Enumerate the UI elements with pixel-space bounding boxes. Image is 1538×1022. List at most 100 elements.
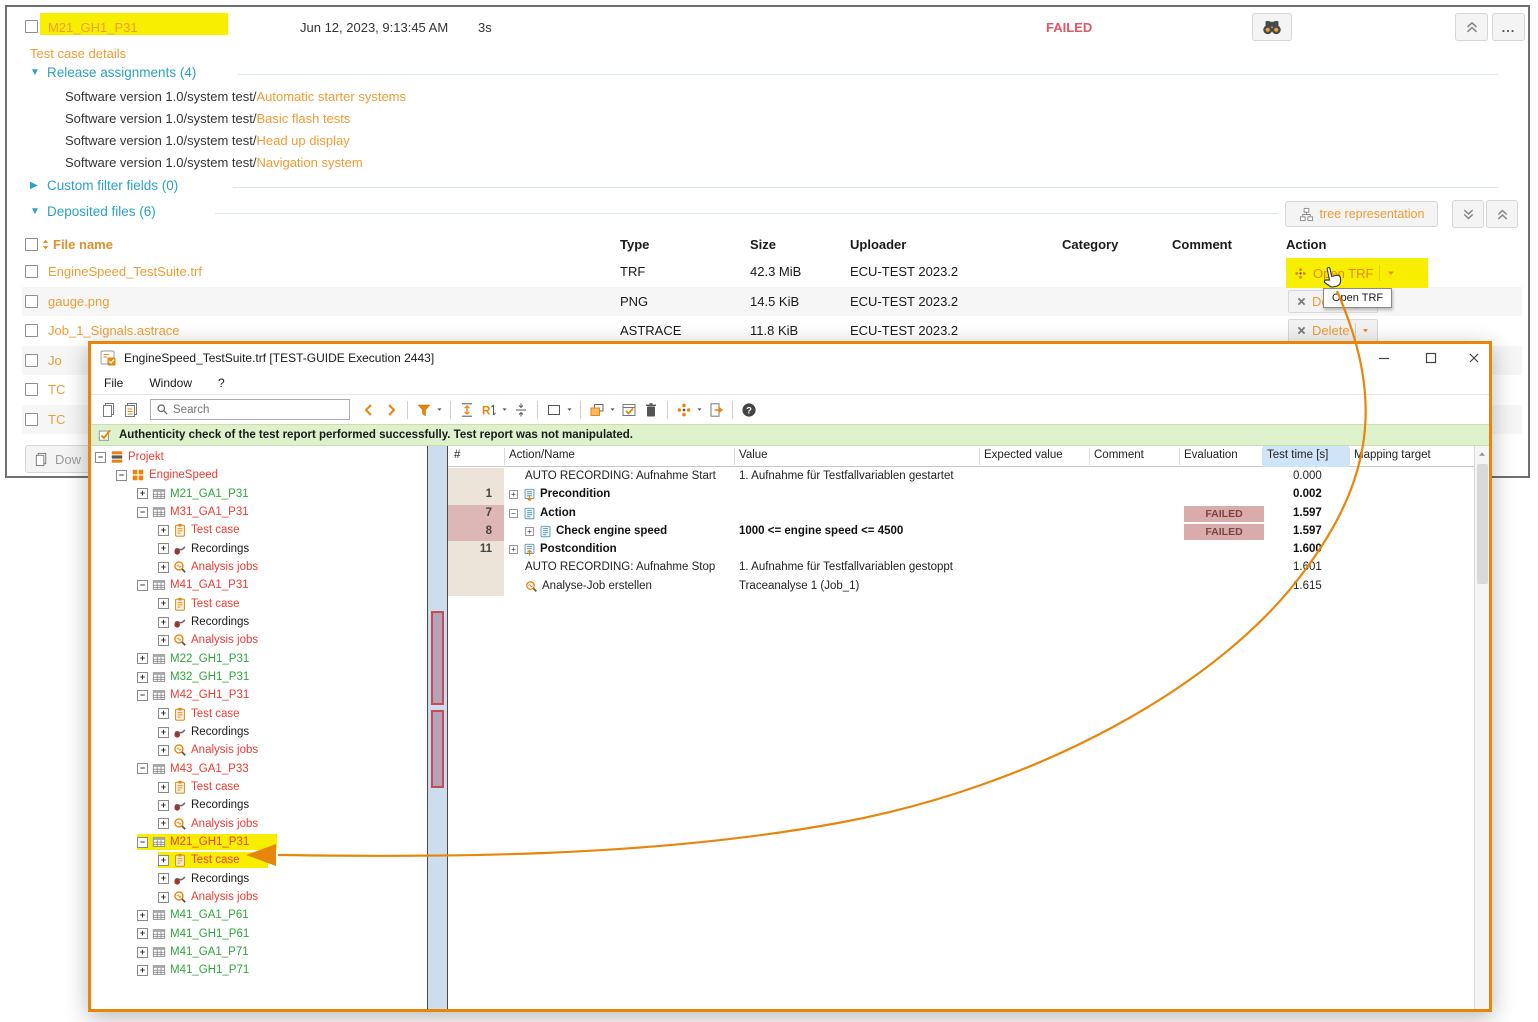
- export-button[interactable]: [705, 399, 727, 421]
- expand-node-icon[interactable]: +: [137, 488, 148, 499]
- expand-node-icon[interactable]: +: [158, 892, 169, 903]
- tree-item-test-case[interactable]: +Test case: [91, 521, 427, 539]
- copy-structure-button[interactable]: [98, 399, 120, 421]
- collapse-node-icon[interactable]: −: [137, 507, 148, 518]
- collapse-node-icon[interactable]: −: [116, 470, 127, 481]
- file-row-checkbox[interactable]: [25, 413, 38, 426]
- tree-item-m41-ga1-p31[interactable]: −M41_GA1_P31: [91, 576, 427, 594]
- report-row[interactable]: 11+Postcondition1.600: [448, 541, 1474, 559]
- file-row-checkbox[interactable]: [25, 383, 38, 396]
- tree-item-enginespeed[interactable]: −EngineSpeed: [91, 466, 427, 484]
- col-header-value[interactable]: Value: [739, 449, 768, 461]
- tree-item-test-case[interactable]: +Test case: [91, 778, 427, 796]
- tree-item-m41-gh1-p71[interactable]: +M41_GH1_P71: [91, 961, 427, 979]
- expand-all-files-button[interactable]: [1452, 200, 1484, 228]
- tree-item-m41-ga1-p61[interactable]: +M41_GA1_P61: [91, 906, 427, 924]
- add-analysis-button[interactable]: [673, 399, 695, 421]
- collapse-node-icon[interactable]: −: [95, 452, 106, 463]
- menu-file[interactable]: File: [104, 376, 123, 390]
- release-link[interactable]: Head up display: [256, 133, 349, 148]
- expand-node-icon[interactable]: +: [137, 653, 148, 664]
- col-header-type[interactable]: Type: [620, 237, 649, 252]
- custom-filter-section-header[interactable]: Custom filter fields (0): [47, 178, 178, 193]
- custom-filter-expand-icon[interactable]: ▶: [30, 180, 38, 191]
- collapse-node-icon[interactable]: −: [137, 690, 148, 701]
- report-row[interactable]: 7−ActionFAILED1.597: [448, 505, 1474, 523]
- release-section-header[interactable]: Release assignments (4): [47, 65, 196, 80]
- tree-item-test-case[interactable]: +Test case: [91, 595, 427, 613]
- expand-node-icon[interactable]: +: [158, 635, 169, 646]
- tree-item-recordings[interactable]: +Recordings: [91, 540, 427, 558]
- col-header-evaluation[interactable]: Evaluation: [1184, 449, 1238, 461]
- expand-node-icon[interactable]: +: [158, 800, 169, 811]
- tree-item-m42-gh1-p31[interactable]: −M42_GH1_P31: [91, 686, 427, 704]
- expand-node-icon[interactable]: +: [158, 543, 169, 554]
- expand-node-icon[interactable]: +: [158, 818, 169, 829]
- copy-report-button[interactable]: [120, 399, 142, 421]
- tree-item-m43-ga1-p33[interactable]: −M43_GA1_P33: [91, 760, 427, 778]
- collapse-all-button[interactable]: [510, 399, 532, 421]
- expand-node-icon[interactable]: +: [158, 855, 169, 866]
- dropdown-caret-icon[interactable]: [566, 406, 573, 413]
- file-row-checkbox[interactable]: [25, 354, 38, 367]
- col-header-comment[interactable]: Comment: [1172, 237, 1232, 252]
- collapse-node-icon[interactable]: −: [137, 580, 148, 591]
- menu-help[interactable]: ?: [218, 376, 225, 390]
- test-case-details-link[interactable]: Test case details: [30, 46, 126, 61]
- overview-ruler[interactable]: [428, 446, 448, 1009]
- tree-item-m22-gh1-p31[interactable]: +M22_GH1_P31: [91, 650, 427, 668]
- report-row[interactable]: AUTO RECORDING: Aufnahme Stop1. Aufnahme…: [448, 559, 1474, 577]
- review-binoculars-button[interactable]: [1252, 13, 1292, 41]
- sort-r-button[interactable]: R: [478, 399, 500, 421]
- col-header-size[interactable]: Size: [750, 237, 776, 252]
- file-name-link[interactable]: Jo: [48, 353, 62, 368]
- tree-item-recordings[interactable]: +Recordings: [91, 723, 427, 741]
- expand-node-icon[interactable]: +: [158, 598, 169, 609]
- maximize-button[interactable]: [1414, 344, 1448, 372]
- tree-item-test-case[interactable]: +Test case: [91, 851, 427, 869]
- layout-button[interactable]: [543, 399, 565, 421]
- collapse-all-files-button[interactable]: [1486, 200, 1518, 228]
- tree-item-m21-ga1-p31[interactable]: +M21_GA1_P31: [91, 485, 427, 503]
- file-name-link[interactable]: TC: [48, 412, 65, 427]
- trash-button[interactable]: [640, 399, 662, 421]
- help-button[interactable]: ?: [738, 399, 760, 421]
- expand-node-icon[interactable]: +: [137, 947, 148, 958]
- vertical-scrollbar[interactable]: [1474, 446, 1489, 1009]
- file-name-link[interactable]: Job_1_Signals.astrace: [48, 323, 180, 338]
- minimize-button[interactable]: [1367, 344, 1401, 372]
- failed-range-marker[interactable]: [431, 710, 444, 788]
- expand-node-icon[interactable]: +: [137, 672, 148, 683]
- expand-node-icon[interactable]: +: [137, 965, 148, 976]
- tree-item-recordings[interactable]: +Recordings: [91, 613, 427, 631]
- more-options-button[interactable]: ...: [1492, 13, 1525, 41]
- file-name-link[interactable]: EngineSpeed_TestSuite.trf: [48, 264, 202, 279]
- release-link[interactable]: Navigation system: [256, 155, 362, 170]
- report-check-button[interactable]: [618, 399, 640, 421]
- col-header-num[interactable]: #: [454, 449, 460, 461]
- tree-item-recordings[interactable]: +Recordings: [91, 870, 427, 888]
- failed-range-marker[interactable]: [431, 611, 444, 705]
- report-row[interactable]: AUTO RECORDING: Aufnahme Start1. Aufnahm…: [448, 468, 1474, 486]
- deposited-files-section-header[interactable]: Deposited files (6): [47, 204, 156, 219]
- tree-item-analysis-jobs[interactable]: +Analysis jobs: [91, 631, 427, 649]
- expand-node-icon[interactable]: +: [137, 910, 148, 921]
- sort-icon[interactable]: [40, 239, 51, 250]
- dropdown-caret-icon[interactable]: [696, 406, 703, 413]
- search-input[interactable]: [173, 404, 344, 416]
- file-name-link[interactable]: gauge.png: [48, 294, 109, 309]
- scroll-up-arrow[interactable]: [1475, 446, 1489, 462]
- windows-button[interactable]: [586, 399, 608, 421]
- nav-forward-button[interactable]: [380, 399, 402, 421]
- collapse-step-icon[interactable]: −: [509, 509, 518, 518]
- expand-node-icon[interactable]: +: [158, 525, 169, 536]
- expand-node-icon[interactable]: +: [158, 708, 169, 719]
- tree-item-recordings[interactable]: +Recordings: [91, 796, 427, 814]
- col-header-uploader[interactable]: Uploader: [850, 237, 906, 252]
- expand-node-icon[interactable]: +: [137, 928, 148, 939]
- release-link[interactable]: Automatic starter systems: [256, 89, 406, 104]
- open-trf-button[interactable]: Open TRF: [1286, 258, 1428, 288]
- release-section-collapse-icon[interactable]: ▼: [30, 67, 40, 78]
- expand-node-icon[interactable]: +: [158, 873, 169, 884]
- expand-step-icon[interactable]: +: [509, 490, 518, 499]
